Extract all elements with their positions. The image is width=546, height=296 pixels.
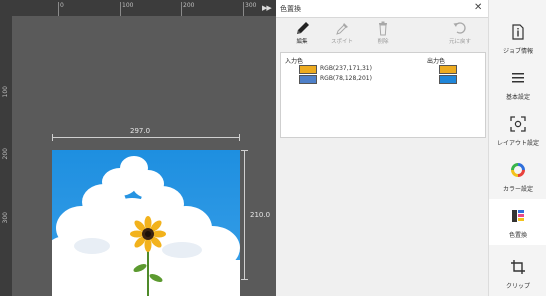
delete-button-label: 削除 [377,39,389,45]
canvas-area[interactable]: 0 100 200 300 100 200 300 ▶▶ 297.0 210.0 [0,0,276,296]
dialog-titlebar: 色置換 ✕ [276,0,488,18]
close-icon[interactable]: ✕ [474,2,482,13]
input-color-swatch [299,65,317,74]
sidebar-item-label: カラー設定 [502,186,533,193]
layout-frame-icon [510,116,526,132]
sidebar-item-label: レイアウト設定 [496,140,539,147]
edit-button-label: 編集 [296,39,308,45]
ruler-tick: 100 [2,86,9,98]
info-document-icon [512,24,524,40]
input-color-value: RGB(237,171,31) [320,65,372,72]
ruler-tick: 0 [58,2,64,16]
collapse-panel-icon[interactable]: ▶▶ [262,4,272,12]
output-color-swatch[interactable] [439,75,457,84]
sidebar-item-layout-settings[interactable]: レイアウト設定 [489,107,546,153]
sidebar-item-color-settings[interactable]: カラー設定 [489,153,546,199]
sidebar-item-basic-settings[interactable]: 基本設定 [489,61,546,107]
eyedropper-icon [336,23,348,35]
ruler-tick: 200 [180,2,195,16]
ruler-tick: 100 [119,2,134,16]
color-mapping-row[interactable]: RGB(78,128,201) [281,75,485,84]
sidebar-item-color-replace[interactable]: 色置換 [489,199,546,245]
height-dimension-label: 210.0 [250,211,271,219]
trash-icon [379,21,387,36]
width-dimension-label: 297.0 [130,127,151,135]
sidebar-item-label: ジョブ情報 [502,48,533,55]
crop-icon [511,260,525,274]
horizontal-ruler: 0 100 200 300 [0,0,276,16]
pen-icon [297,22,309,34]
ruler-tick: 300 [242,2,257,16]
sidebar-item-job-info[interactable]: ジョブ情報 [489,15,546,61]
color-mapping-row[interactable]: RGB(237,171,31) [281,65,485,74]
output-color-header: 出力色 [427,58,446,65]
list-icon [512,73,524,83]
eyedropper-button[interactable]: スポイト [324,20,360,50]
height-dimension-line [241,150,248,280]
undo-button[interactable]: 元に戻す [442,20,478,50]
sidebar-item-label: 基本設定 [505,94,530,101]
color-replace-dialog: 色置換 ✕ 編集 スポイト 削除 元に戻す 入力色 出力色 RGB(237,17… [276,0,488,296]
edit-button[interactable]: 編集 [284,20,320,50]
delete-button[interactable]: 削除 [365,20,401,50]
ruler-tick: 200 [2,148,9,160]
vertical-ruler: 100 200 300 [0,16,12,296]
sunflower-photo[interactable] [52,150,240,296]
undo-icon [453,22,466,34]
sidebar-item-label: 色置換 [508,232,527,239]
sidebar-item-clip[interactable]: クリップ [489,250,546,296]
input-color-header: 入力色 [285,58,304,65]
color-replace-icon [512,210,524,222]
ruler-tick: 300 [2,212,9,224]
output-color-swatch[interactable] [439,65,457,74]
dialog-title: 色置換 [280,5,301,13]
sidebar-item-label: クリップ [505,283,530,290]
eyedropper-button-label: スポイト [330,39,353,45]
width-dimension-line [52,134,240,141]
color-mapping-list: 入力色 出力色 RGB(237,171,31) RGB(78,128,201) [280,52,486,138]
undo-button-label: 元に戻す [448,39,471,45]
right-sidebar: ジョブ情報 基本設定 レイアウト設定 カラー設定 色置換 クリップ [488,0,546,296]
input-color-value: RGB(78,128,201) [320,75,372,82]
color-ring-icon [511,163,525,177]
input-color-swatch [299,75,317,84]
